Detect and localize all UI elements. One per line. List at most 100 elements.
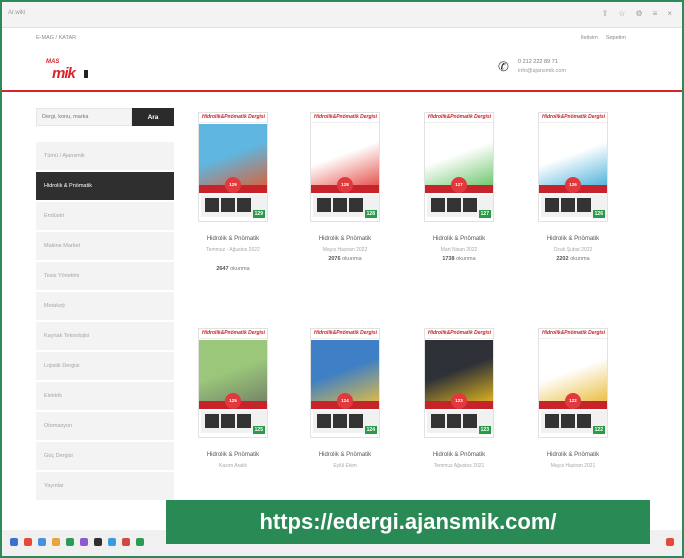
views-label: okunma bbox=[456, 256, 476, 262]
magazine-cover[interactable]: Hidrolik&Pnömatik Dergisi 126 126 bbox=[538, 112, 608, 222]
cover-ad-block bbox=[561, 198, 575, 212]
magazine-views: 2076 okunma bbox=[302, 256, 388, 262]
magazine-issue-date: Temmuz - Ağustos 2022 bbox=[206, 247, 260, 253]
sidebar-item[interactable]: Metalurji bbox=[36, 292, 174, 320]
header-divider bbox=[2, 90, 682, 92]
magazine-title[interactable]: Hidrolik & Pnömatik bbox=[190, 236, 276, 242]
magazine-cover[interactable]: Hidrolik&Pnömatik Dergisi 128 128 bbox=[310, 112, 380, 222]
cover-ad-block bbox=[577, 414, 591, 428]
search-button[interactable]: Ara bbox=[132, 108, 174, 126]
cover-masthead-text: Hidrolik&Pnömatik Dergisi bbox=[542, 114, 606, 120]
cover-ad-block bbox=[221, 198, 235, 212]
taskbar-app-icon[interactable] bbox=[122, 538, 130, 546]
cover-badge: 123 bbox=[451, 393, 467, 409]
magazine-title[interactable]: Hidrolik & Pnömatik bbox=[190, 452, 276, 458]
taskbar-app-icon[interactable] bbox=[52, 538, 60, 546]
cover-masthead: Hidrolik&Pnömatik Dergisi bbox=[425, 113, 493, 123]
magazine-cover[interactable]: Hidrolik&Pnömatik Dergisi 127 127 bbox=[424, 112, 494, 222]
logo-mark: mik bbox=[52, 65, 76, 82]
cover-issue-number: 123 bbox=[478, 426, 491, 434]
menu-icon[interactable]: ≡ bbox=[653, 9, 658, 19]
taskbar-app-icon[interactable] bbox=[66, 538, 74, 546]
sidebar-item[interactable]: Lojistik Dergisi bbox=[36, 352, 174, 380]
magazine-title[interactable]: Hidrolik & Pnömatik bbox=[530, 452, 616, 458]
cover-masthead-text: Hidrolik&Pnömatik Dergisi bbox=[202, 114, 266, 120]
cover-masthead: Hidrolik&Pnömatik Dergisi bbox=[199, 329, 267, 339]
close-icon[interactable]: × bbox=[667, 9, 672, 19]
contact-email[interactable]: info@ajansmik.com bbox=[518, 68, 566, 74]
search-input[interactable] bbox=[36, 108, 132, 126]
sidebar-item[interactable]: Endüstri bbox=[36, 202, 174, 230]
views-count: 1738 bbox=[442, 256, 455, 262]
magazine-views: 2202 okunma bbox=[530, 256, 616, 262]
taskbar-tray-icon[interactable] bbox=[666, 538, 674, 546]
magazine-issue-date: Kasım Aralık bbox=[218, 463, 248, 469]
cover-masthead-text: Hidrolik&Pnömatik Dergisi bbox=[314, 330, 378, 336]
cover-ad-block bbox=[333, 198, 347, 212]
magazine-cover[interactable]: Hidrolik&Pnömatik Dergisi 124 124 bbox=[310, 328, 380, 438]
magazine-title[interactable]: Hidrolik & Pnömatik bbox=[416, 236, 502, 242]
cover-ad-block bbox=[349, 198, 363, 212]
contact-phone[interactable]: 0 212 222 89 71 bbox=[518, 59, 558, 65]
sidebar-item[interactable]: Tümü / Ajansmik bbox=[36, 142, 174, 170]
sidebar-item[interactable]: Hidrolik & Pnömatik bbox=[36, 172, 174, 200]
magazine-issue-date: Ocak Şubat 2022 bbox=[553, 247, 593, 253]
breadcrumb[interactable]: E-MAG / KATAR bbox=[36, 35, 76, 41]
logo-accent bbox=[84, 70, 88, 78]
cover-ad-block bbox=[205, 414, 219, 428]
views-label: okunma bbox=[342, 256, 362, 262]
magazine-cover[interactable]: Hidrolik&Pnömatik Dergisi 125 125 bbox=[198, 328, 268, 438]
cover-badge: 129 bbox=[225, 177, 241, 193]
cover-masthead: Hidrolik&Pnömatik Dergisi bbox=[311, 329, 379, 339]
cover-ad-block bbox=[463, 414, 477, 428]
cover-issue-number: 128 bbox=[364, 210, 377, 218]
views-count: 2076 bbox=[328, 256, 341, 262]
top-link-cart[interactable]: Sepetim bbox=[606, 35, 626, 41]
sidebar-item[interactable]: Makine Market bbox=[36, 232, 174, 260]
magazine-title[interactable]: Hidrolik & Pnömatik bbox=[302, 236, 388, 242]
cover-issue-number: 122 bbox=[592, 426, 605, 434]
magazine-title[interactable]: Hidrolik & Pnömatik bbox=[416, 452, 502, 458]
cover-ad-block bbox=[221, 414, 235, 428]
cover-masthead: Hidrolik&Pnömatik Dergisi bbox=[199, 113, 267, 123]
cover-ad-block bbox=[561, 414, 575, 428]
top-links: Iletisim Sepetim bbox=[581, 35, 626, 41]
top-link-contact[interactable]: Iletisim bbox=[581, 35, 598, 41]
taskbar-app-icon[interactable] bbox=[80, 538, 88, 546]
taskbar-app-icon[interactable] bbox=[136, 538, 144, 546]
taskbar-app-icon[interactable] bbox=[108, 538, 116, 546]
magazine-title[interactable]: Hidrolik & Pnömatik bbox=[530, 236, 616, 242]
star-icon[interactable]: ☆ bbox=[618, 9, 625, 19]
cover-badge: 125 bbox=[225, 393, 241, 409]
cover-issue-number: 126 bbox=[592, 210, 605, 218]
sidebar-item[interactable]: Güç Dergisi bbox=[36, 442, 174, 470]
share-icon[interactable]: ⇪ bbox=[602, 9, 609, 19]
sidebar-item[interactable]: Kaynak Teknolojisi bbox=[36, 322, 174, 350]
browser-tools: ⇪ ☆ ⚙ ≡ × bbox=[602, 9, 672, 19]
views-label: okunma bbox=[570, 256, 590, 262]
cover-masthead: Hidrolik&Pnömatik Dergisi bbox=[425, 329, 493, 339]
magazine-cover[interactable]: Hidrolik&Pnömatik Dergisi 123 123 bbox=[424, 328, 494, 438]
magazine-title[interactable]: Hidrolik & Pnömatik bbox=[302, 452, 388, 458]
sidebar-item[interactable]: Elektrik bbox=[36, 382, 174, 410]
magazine-issue-date: Temmuz Ağustos 2021 bbox=[433, 463, 485, 469]
sidebar-item[interactable]: Otomasyon bbox=[36, 412, 174, 440]
taskbar-app-icon[interactable] bbox=[94, 538, 102, 546]
site-logo[interactable]: MAS mik bbox=[42, 59, 92, 82]
sidebar-item[interactable]: Yayınlar bbox=[36, 472, 174, 500]
cover-masthead-text: Hidrolik&Pnömatik Dergisi bbox=[428, 330, 492, 336]
settings-icon[interactable]: ⚙ bbox=[635, 9, 642, 19]
taskbar-app-icon[interactable] bbox=[24, 538, 32, 546]
taskbar-app-icon[interactable] bbox=[10, 538, 18, 546]
magazine-cover[interactable]: Hidrolik&Pnömatik Dergisi 129 129 bbox=[198, 112, 268, 222]
sidebar-item[interactable]: Tesis Yönetimi bbox=[36, 262, 174, 290]
cover-ad-block bbox=[463, 198, 477, 212]
magazine-issue-date: Eylül Ekim bbox=[333, 463, 357, 469]
cover-ad-block bbox=[431, 414, 445, 428]
cover-ad-block bbox=[349, 414, 363, 428]
magazine-cover[interactable]: Hidrolik&Pnömatik Dergisi 122 122 bbox=[538, 328, 608, 438]
taskbar-app-icon[interactable] bbox=[38, 538, 46, 546]
cover-ad-block bbox=[577, 198, 591, 212]
magazine-issue-date: Mayıs Haziran 2022 bbox=[322, 247, 368, 253]
browser-tab-text[interactable]: Ar.wiki bbox=[8, 10, 25, 16]
